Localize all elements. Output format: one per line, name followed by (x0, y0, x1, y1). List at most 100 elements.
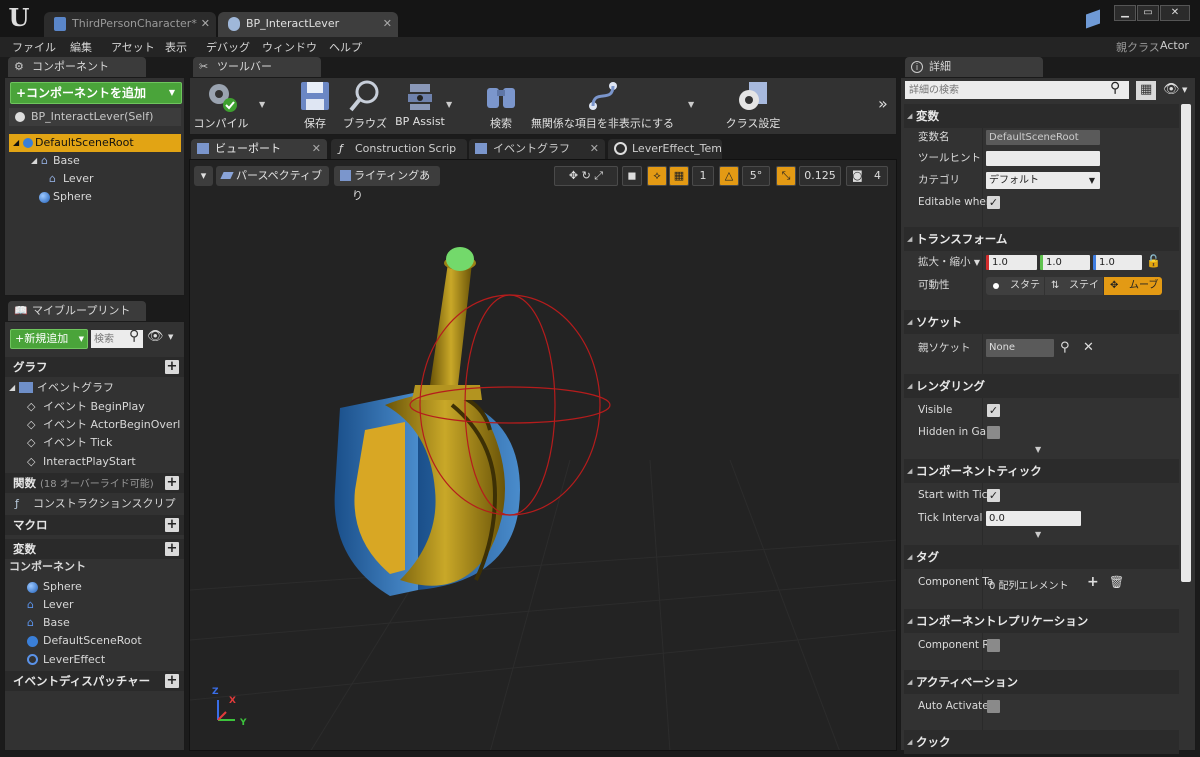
source-control-icon[interactable] (1086, 9, 1100, 29)
tab-details[interactable]: i 詳細 (905, 57, 1043, 77)
scale-y-field[interactable]: 1.0 (1040, 255, 1090, 270)
menu-window[interactable]: ウィンドウ (262, 39, 317, 55)
search-icon[interactable]: ⚲ (1060, 340, 1070, 355)
replication-section-header[interactable]: コンポーネントレプリケーション (904, 609, 1179, 633)
toolbar-overflow-icon[interactable]: » (878, 94, 888, 113)
menu-help[interactable]: ヘルプ (329, 39, 362, 55)
minimize-button[interactable]: ▁ (1114, 5, 1136, 21)
surface-snap-button[interactable]: ⟡ (647, 166, 667, 186)
viewport[interactable]: X Y Z (189, 159, 897, 751)
tab-viewport[interactable]: ビューポート ✕ (191, 139, 327, 159)
eye-icon[interactable]: 👁 (147, 329, 164, 344)
event-item[interactable]: ◇ イベント ActorBeginOverl (27, 416, 180, 434)
chevron-down-icon[interactable]: ▼ (1182, 86, 1187, 94)
macros-section-header[interactable]: マクロ + (5, 515, 184, 535)
rendering-section-header[interactable]: レンダリング (904, 374, 1179, 398)
tab-toolbar[interactable]: ✂ ツールバー (193, 57, 321, 77)
tree-item-default-scene-root[interactable]: ◢ DefaultSceneRoot (9, 134, 181, 152)
search-icon[interactable]: ⚲ (129, 328, 139, 344)
eye-icon[interactable]: 👁 (1163, 82, 1180, 97)
trash-icon[interactable]: 🗑 (1109, 575, 1124, 589)
rotation-snap-toggle[interactable]: △ (719, 166, 739, 186)
tooltip-field[interactable] (986, 151, 1100, 166)
property-matrix-button[interactable]: ▦ (1136, 81, 1156, 100)
class-settings-button[interactable]: クラス設定 (724, 78, 782, 133)
event-item[interactable]: ◇ イベント Tick (27, 434, 112, 452)
viewport-options-button[interactable]: ▾ (194, 166, 213, 186)
tab-components[interactable]: ⚙ コンポーネント (8, 57, 146, 77)
details-search-input[interactable] (905, 81, 1129, 99)
details-scrollbar[interactable] (1181, 104, 1191, 582)
add-component-button[interactable]: +コンポーネントを追加 ▼ (10, 82, 182, 104)
tree-item-base[interactable]: ◢ ⌂ Base (27, 152, 80, 170)
add-new-button[interactable]: +新規追加 ▼ (10, 329, 88, 349)
compile-button[interactable]: コンパイル (192, 78, 250, 133)
menu-file[interactable]: ファイル (12, 39, 56, 55)
parent-socket-field[interactable]: None (986, 339, 1054, 357)
editable-checkbox[interactable]: ✓ (987, 196, 1000, 209)
search-button[interactable]: 検索 (480, 78, 522, 133)
save-button[interactable]: 保存 (295, 78, 335, 133)
auto-activate-checkbox[interactable] (987, 700, 1000, 713)
mobility-static-button[interactable]: スタテ (986, 277, 1044, 295)
lighting-button[interactable]: ライティングあり (334, 166, 440, 202)
graph-section-header[interactable]: グラフ + (5, 357, 184, 377)
event-item[interactable]: ◇ イベント BeginPlay (27, 398, 145, 416)
tab-lever-effect-template[interactable]: LeverEffect_Templa (608, 139, 722, 159)
rotation-snap-value[interactable]: 5° (742, 166, 770, 186)
camera-speed-button[interactable]: ◙ 4 (846, 166, 888, 186)
tab-bp-interact-lever[interactable]: BP_InteractLever ✕ (218, 12, 398, 37)
close-icon[interactable]: ✕ (201, 12, 210, 36)
chevron-down-icon[interactable]: ▼ (168, 333, 173, 341)
socket-section-header[interactable]: ソケット (904, 310, 1179, 334)
event-dispatchers-section-header[interactable]: イベントディスパッチャー + (5, 671, 184, 691)
tab-my-blueprint[interactable]: 📖 マイブループリント (8, 301, 146, 321)
variable-name-field[interactable]: DefaultSceneRoot (986, 130, 1100, 145)
add-dispatcher-button[interactable]: + (165, 674, 179, 688)
close-icon[interactable]: ✕ (590, 139, 599, 159)
menu-debug[interactable]: デバッグ (206, 39, 250, 55)
scale-x-field[interactable]: 1.0 (986, 255, 1037, 270)
component-variable-sphere[interactable]: Sphere (27, 578, 82, 596)
component-variable-base[interactable]: ⌂ Base (27, 614, 70, 632)
mobility-movable-button[interactable]: ✥ ムーブ (1104, 277, 1162, 295)
event-graph-item[interactable]: ◢ イベントグラフ (9, 379, 114, 397)
variables-section-header[interactable]: 変数 + (5, 539, 184, 559)
component-variable-lever[interactable]: ⌂ Lever (27, 596, 74, 614)
maximize-button[interactable]: ▭ (1137, 5, 1159, 21)
close-icon[interactable]: ✕ (312, 139, 321, 159)
event-item[interactable]: ◇ InteractPlayStart (27, 453, 136, 471)
start-tick-checkbox[interactable]: ✓ (987, 489, 1000, 502)
add-variable-button[interactable]: + (165, 542, 179, 556)
coordinate-system-button[interactable]: ◼ (622, 166, 642, 186)
hidden-in-game-checkbox[interactable] (987, 426, 1000, 439)
clear-icon[interactable]: ✕ (1083, 340, 1094, 355)
tab-third-person-character[interactable]: ThirdPersonCharacter* ✕ (44, 12, 216, 37)
functions-section-header[interactable]: 関数 (18 オーバーライド可能) + (5, 473, 184, 493)
chevron-down-icon[interactable]: ▼ (974, 258, 980, 267)
expand-advanced-icon[interactable]: ▼ (1035, 530, 1041, 539)
chevron-down-icon[interactable]: ▼ (259, 100, 265, 109)
category-dropdown[interactable]: デフォルト ▼ (986, 172, 1100, 189)
add-function-button[interactable]: + (165, 476, 179, 490)
unreal-logo-icon[interactable]: U (4, 3, 34, 33)
cook-section-header[interactable]: クック (904, 730, 1179, 754)
tab-construction-script[interactable]: ƒ Construction Scrip (331, 139, 467, 159)
lock-icon[interactable]: 🔓 (1146, 254, 1161, 268)
scale-snap-toggle[interactable]: ⤡ (776, 166, 796, 186)
chevron-down-icon[interactable]: ▼ (446, 100, 452, 109)
menu-view[interactable]: 表示 (165, 39, 187, 55)
search-icon[interactable]: ⚲ (1110, 80, 1120, 96)
add-graph-button[interactable]: + (165, 360, 179, 374)
perspective-button[interactable]: パースペクティブ (216, 166, 329, 186)
menu-asset[interactable]: アセット (111, 39, 155, 55)
construction-script-item[interactable]: ƒ コンストラクションスクリプ (15, 495, 176, 513)
tick-interval-field[interactable]: 0.0 (986, 511, 1081, 526)
add-element-button[interactable]: + (1087, 574, 1099, 590)
parent-class-value[interactable]: Actor (1160, 39, 1189, 52)
activation-section-header[interactable]: アクティベーション (904, 670, 1179, 694)
grid-snap-value[interactable]: 1 (692, 166, 714, 186)
expand-advanced-icon[interactable]: ▼ (1035, 445, 1041, 454)
browse-button[interactable]: ブラウズ (343, 78, 387, 133)
add-macro-button[interactable]: + (165, 518, 179, 532)
